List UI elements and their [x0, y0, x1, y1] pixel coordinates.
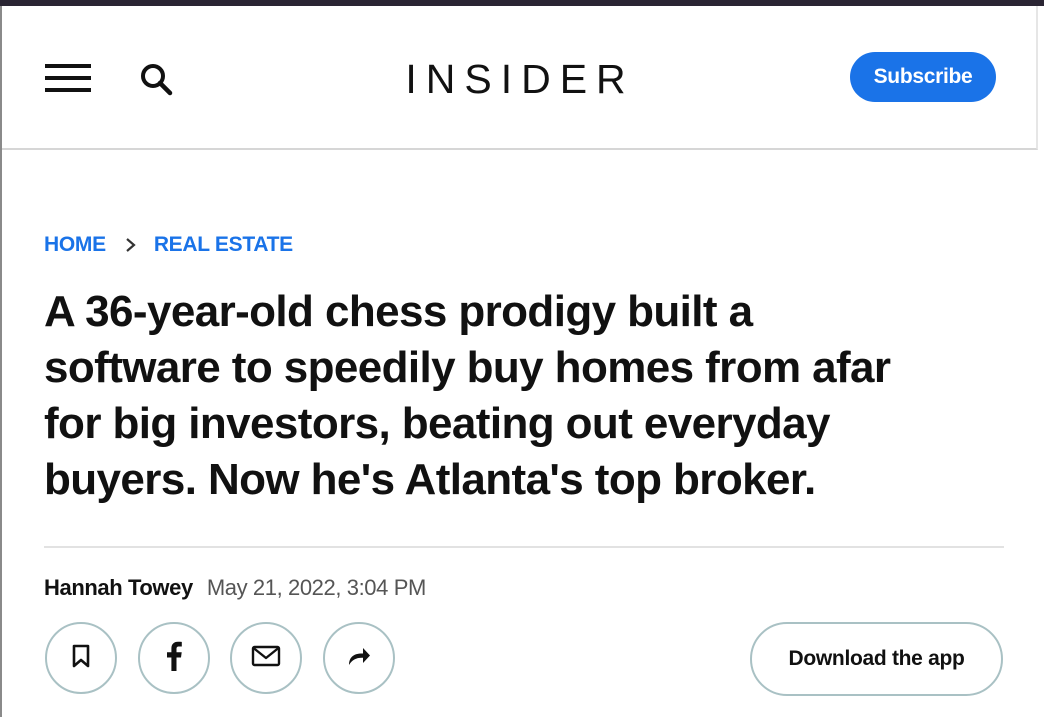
headline-line: buyers. Now he's Atlanta's top broker.: [44, 455, 816, 504]
headline-line: software to speedily buy homes from afar: [44, 343, 891, 392]
facebook-icon: [165, 641, 183, 676]
chevron-right-icon: [124, 235, 138, 255]
byline-divider: [44, 546, 1004, 548]
email-share-button[interactable]: [230, 622, 302, 694]
publish-date: May 21, 2022, 3:04 PM: [206, 575, 426, 600]
article-headline: A 36-year-old chess prodigy built a soft…: [44, 284, 1004, 508]
search-icon[interactable]: [138, 61, 174, 97]
bookmark-icon: [70, 643, 92, 674]
bookmark-button[interactable]: [45, 622, 117, 694]
facebook-share-button[interactable]: [138, 622, 210, 694]
headline-line: A 36-year-old chess prodigy built a: [44, 287, 753, 336]
author-name[interactable]: Hannah Towey: [44, 575, 193, 601]
byline: Hannah Towey May 21, 2022, 3:04 PM: [44, 572, 426, 604]
page: INSIDER Subscribe HOME REAL ESTATE A 36-…: [0, 0, 1044, 717]
site-header: INSIDER Subscribe: [2, 6, 1038, 150]
hamburger-menu-icon[interactable]: [45, 62, 91, 94]
breadcrumb: HOME REAL ESTATE: [44, 230, 293, 260]
subscribe-button[interactable]: Subscribe: [850, 52, 996, 102]
share-button[interactable]: [323, 622, 395, 694]
insider-logo[interactable]: INSIDER: [395, 54, 645, 104]
breadcrumb-real-estate-link[interactable]: REAL ESTATE: [154, 233, 293, 257]
download-app-button[interactable]: Download the app: [750, 622, 1003, 696]
breadcrumb-home-link[interactable]: HOME: [44, 233, 106, 257]
share-icon: [346, 645, 372, 672]
email-icon: [251, 645, 281, 672]
headline-line: for big investors, beating out everyday: [44, 399, 831, 448]
